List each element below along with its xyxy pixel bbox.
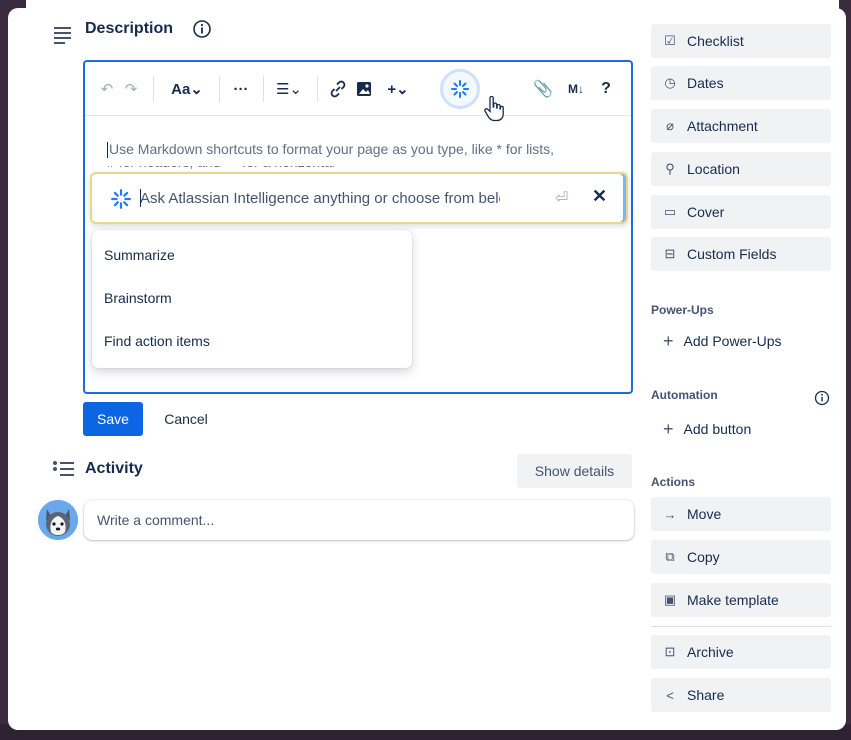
help-icon[interactable]: ? xyxy=(597,77,615,101)
sidebar-item-label: Attachment xyxy=(687,118,758,134)
sidebar-custom-fields-button[interactable]: ⊟ Custom Fields xyxy=(651,237,831,271)
comment-input[interactable]: Write a comment... xyxy=(84,500,634,540)
template-icon: ▣ xyxy=(663,592,677,607)
hand-cursor-icon xyxy=(484,96,504,122)
description-icon xyxy=(54,27,71,44)
suggestion-brainstorm[interactable]: Brainstorm xyxy=(92,277,412,319)
add-power-ups-button[interactable]: + Add Power-Ups xyxy=(651,324,831,358)
text-caret xyxy=(107,142,108,159)
ai-prompt-input[interactable] xyxy=(140,182,500,214)
ai-suggestions-menu: Summarize Brainstorm Find action items xyxy=(92,230,412,368)
custom-fields-icon: ⊟ xyxy=(664,246,676,261)
suggestion-find-action-items[interactable]: Find action items xyxy=(92,320,412,362)
info-icon[interactable] xyxy=(814,390,830,406)
pin-icon: ⚲ xyxy=(665,161,675,176)
description-title: Description xyxy=(85,20,174,37)
undo-icon[interactable]: ↶ xyxy=(97,77,117,101)
paperclip-icon: ⌀ xyxy=(666,118,674,133)
sidebar-item-label: Share xyxy=(687,687,725,703)
ai-sparkle-icon xyxy=(451,80,469,98)
sidebar-share-button[interactable]: < Share xyxy=(651,678,831,712)
ai-prompt-bar: ⏎ ✕ xyxy=(90,172,628,224)
card-detail-modal: Description ↶ ↷ Aa⌄ ··· ☰⌄ +⌄ 📎 M↓ ? Use… xyxy=(8,8,846,730)
activity-title: Activity xyxy=(85,460,143,477)
sidebar-dates-button[interactable]: ◷ Dates xyxy=(651,66,831,100)
close-icon[interactable]: ✕ xyxy=(592,186,607,207)
image-icon[interactable] xyxy=(354,77,374,101)
ai-input-caret xyxy=(140,189,141,207)
list-button[interactable]: ☰⌄ xyxy=(271,77,307,101)
insert-button[interactable]: +⌄ xyxy=(381,77,415,101)
activity-icon xyxy=(53,461,74,476)
archive-icon: ⊡ xyxy=(664,644,676,659)
save-button[interactable]: Save xyxy=(83,402,143,436)
actions-heading: Actions xyxy=(651,475,696,489)
redo-icon[interactable]: ↷ xyxy=(121,77,141,101)
sidebar-item-label: Move xyxy=(687,506,722,522)
info-icon[interactable] xyxy=(192,19,212,39)
copy-icon: ⧉ xyxy=(665,549,675,564)
sidebar-location-button[interactable]: ⚲ Location xyxy=(651,152,831,186)
attachment-icon[interactable]: 📎 xyxy=(532,77,554,101)
sidebar-item-label: Location xyxy=(687,161,740,177)
automation-heading: Automation xyxy=(651,388,718,402)
ai-sparkle-icon xyxy=(111,189,131,209)
sidebar-item-label: Copy xyxy=(687,549,720,565)
share-icon: < xyxy=(666,687,674,703)
sidebar-move-button[interactable]: → Move xyxy=(651,497,831,531)
sidebar-make-template-button[interactable]: ▣ Make template xyxy=(651,583,831,617)
sidebar-copy-button[interactable]: ⧉ Copy xyxy=(651,540,831,574)
sidebar-attachment-button[interactable]: ⌀ Attachment xyxy=(651,109,831,143)
editor-toolbar: ↶ ↷ Aa⌄ ··· ☰⌄ +⌄ 📎 M↓ ? xyxy=(85,62,631,122)
avatar[interactable] xyxy=(38,500,78,540)
sidebar-item-label: Custom Fields xyxy=(687,246,777,262)
sidebar-item-label: Archive xyxy=(687,644,734,660)
clock-icon: ◷ xyxy=(664,75,676,90)
sidebar-item-label: Checklist xyxy=(687,33,744,49)
link-icon[interactable] xyxy=(328,77,348,101)
sidebar-item-label: Make template xyxy=(687,592,779,608)
more-formatting-button[interactable]: ··· xyxy=(229,77,253,101)
plus-icon: + xyxy=(663,331,674,351)
sidebar-item-label: Add button xyxy=(683,421,752,437)
suggestion-summarize[interactable]: Summarize xyxy=(92,234,412,276)
cancel-button[interactable]: Cancel xyxy=(154,402,218,436)
arrow-right-icon: → xyxy=(663,506,677,522)
show-details-button[interactable]: Show details xyxy=(517,454,632,488)
text-style-button[interactable]: Aa⌄ xyxy=(165,77,209,101)
toolbar-divider xyxy=(153,76,154,102)
editor-placeholder-text: Use Markdown shortcuts to format your pa… xyxy=(109,141,555,157)
sidebar-divider xyxy=(651,626,831,627)
sidebar-checklist-button[interactable]: ☑ Checklist xyxy=(651,24,831,58)
cover-icon: ▭ xyxy=(663,204,677,219)
sidebar-item-label: Dates xyxy=(687,75,724,91)
sidebar-item-label: Cover xyxy=(687,204,725,220)
sidebar-item-label: Add Power-Ups xyxy=(683,333,782,349)
toolbar-divider xyxy=(219,76,220,102)
checkbox-icon: ☑ xyxy=(664,33,676,48)
markdown-icon[interactable]: M↓ xyxy=(563,77,589,101)
plus-icon: + xyxy=(663,419,674,439)
husky-avatar-icon xyxy=(38,500,78,540)
sidebar-cover-button[interactable]: ▭ Cover xyxy=(651,195,831,229)
atlassian-intelligence-button[interactable] xyxy=(440,69,480,109)
add-button-button[interactable]: + Add button xyxy=(651,412,831,446)
toolbar-divider xyxy=(317,76,318,102)
power-ups-heading: Power-Ups xyxy=(651,303,714,317)
enter-icon[interactable]: ⏎ xyxy=(555,188,568,208)
toolbar-divider xyxy=(263,76,264,102)
editor-placeholder: Use Markdown shortcuts to format your pa… xyxy=(107,138,617,160)
sidebar-archive-button[interactable]: ⊡ Archive xyxy=(651,635,831,669)
